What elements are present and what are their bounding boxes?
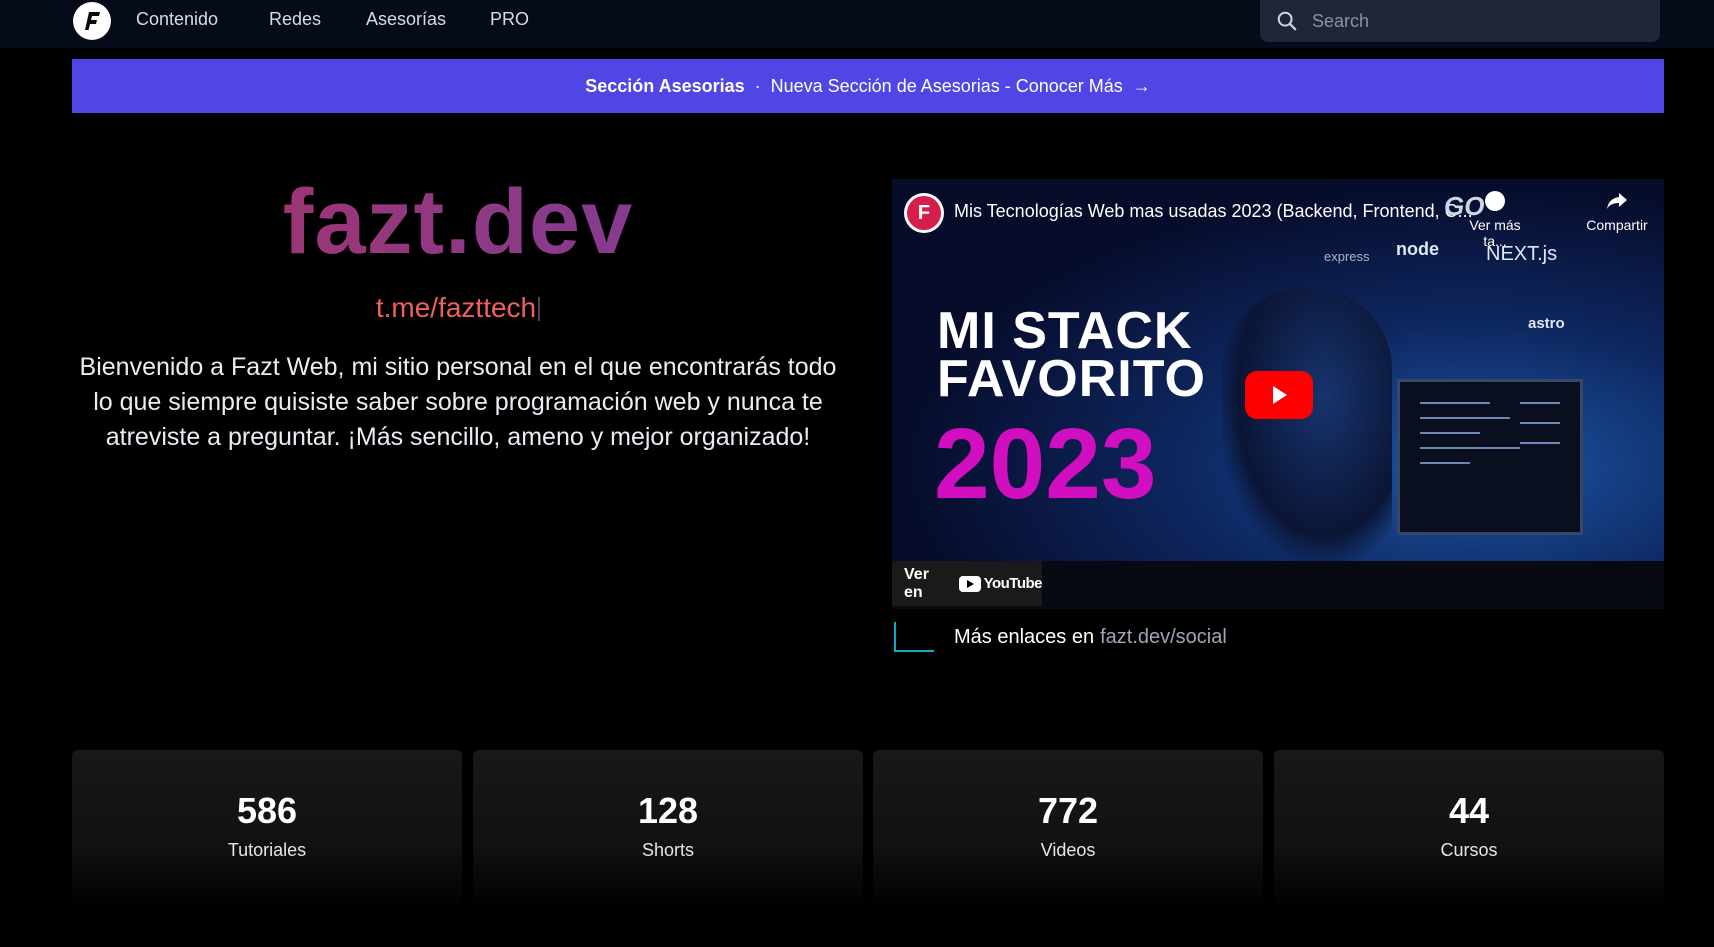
nav-link-contenido[interactable]: Contenido [136,9,218,30]
youtube-logo-icon: YouTube [958,575,1043,592]
nav-link-pro[interactable]: PRO [490,9,529,30]
stat-card-tutoriales: 586 Tutoriales [72,750,462,910]
stat-label: Videos [1040,840,1096,860]
more-links-label: Más enlaces en [954,625,1095,648]
watch-on-youtube-button[interactable]: Ver en YouTube [892,561,1043,606]
youtube-wordmark: YouTube [983,575,1043,592]
stat-card-cursos: 44 Cursos [1274,750,1664,910]
video-title[interactable]: Mis Tecnologías Web mas usadas 2023 (Bac… [954,201,1473,222]
video-thumbnail[interactable]: F Mis Tecnologías Web mas usadas 2023 (B… [892,179,1664,561]
thumbnail-monitor [1397,379,1583,535]
nav-link-asesorias[interactable]: Asesorías [366,9,446,30]
social-link[interactable]: fazt.dev/social [1100,626,1227,649]
typing-caret [538,297,541,321]
thumbnail-person [1222,289,1392,561]
telegram-link[interactable]: t.me/fazttech [0,292,916,324]
stat-value: 44 [1448,790,1490,831]
search-icon [1277,11,1297,31]
thumbnail-year: 2023 [934,408,1157,520]
top-navbar: Contenido Redes Asesorías PRO [0,0,1714,48]
stat-label: Shorts [641,840,695,860]
thumbnail-headline-line2: FAVORITO [937,350,1206,408]
clock-icon [1485,191,1505,211]
nav-link-redes[interactable]: Redes [269,9,321,30]
announcement-banner[interactable]: Sección Asesorias · Nueva Sección de Ase… [72,59,1664,113]
share-arrow-icon [1607,193,1627,209]
banner-separator: · [754,75,761,96]
channel-logo-icon: F [907,196,941,230]
fazt-logo-icon[interactable] [73,2,111,40]
watch-later-button[interactable]: Ver más ta... [1460,191,1530,249]
hero-description: Bienvenido a Fazt Web, mi sitio personal… [79,353,837,451]
arrow-right-icon: → [1132,75,1151,96]
more-links: Más enlaces en fazt.dev/social [894,622,1227,652]
youtube-embed[interactable]: F Mis Tecnologías Web mas usadas 2023 (B… [892,179,1664,609]
stat-label: Cursos [1440,840,1498,860]
share-label: Compartir [1586,217,1648,233]
watch-later-label: Ver más ta... [1469,217,1521,249]
stat-label: Tutoriales [227,840,307,860]
site-title: fazt.dev [0,170,916,275]
search-box[interactable] [1260,0,1660,42]
stat-card-shorts: 128 Shorts [473,750,863,910]
stat-value: 128 [637,790,699,831]
banner-text: Nueva Sección de Asesorias - Conocer Más [770,75,1123,96]
stat-card-videos: 772 Videos [873,750,1263,910]
telegram-link-text: t.me/fazttech [375,292,537,323]
tech-label-node: node [1396,239,1439,259]
play-button[interactable] [1245,371,1313,419]
channel-avatar[interactable]: F [904,193,944,233]
bracket-decoration [894,622,934,652]
banner-bold-label: Sección Asesorias [585,75,745,96]
tech-label-express: express [1324,249,1370,264]
share-button[interactable]: Compartir [1572,191,1662,233]
stat-value: 586 [236,790,298,831]
play-icon [1273,386,1287,404]
tech-label-astro: astro [1528,315,1565,332]
watch-on-label: Ver en [904,565,929,601]
search-input[interactable] [1310,9,1634,33]
stat-value: 772 [1037,790,1099,831]
